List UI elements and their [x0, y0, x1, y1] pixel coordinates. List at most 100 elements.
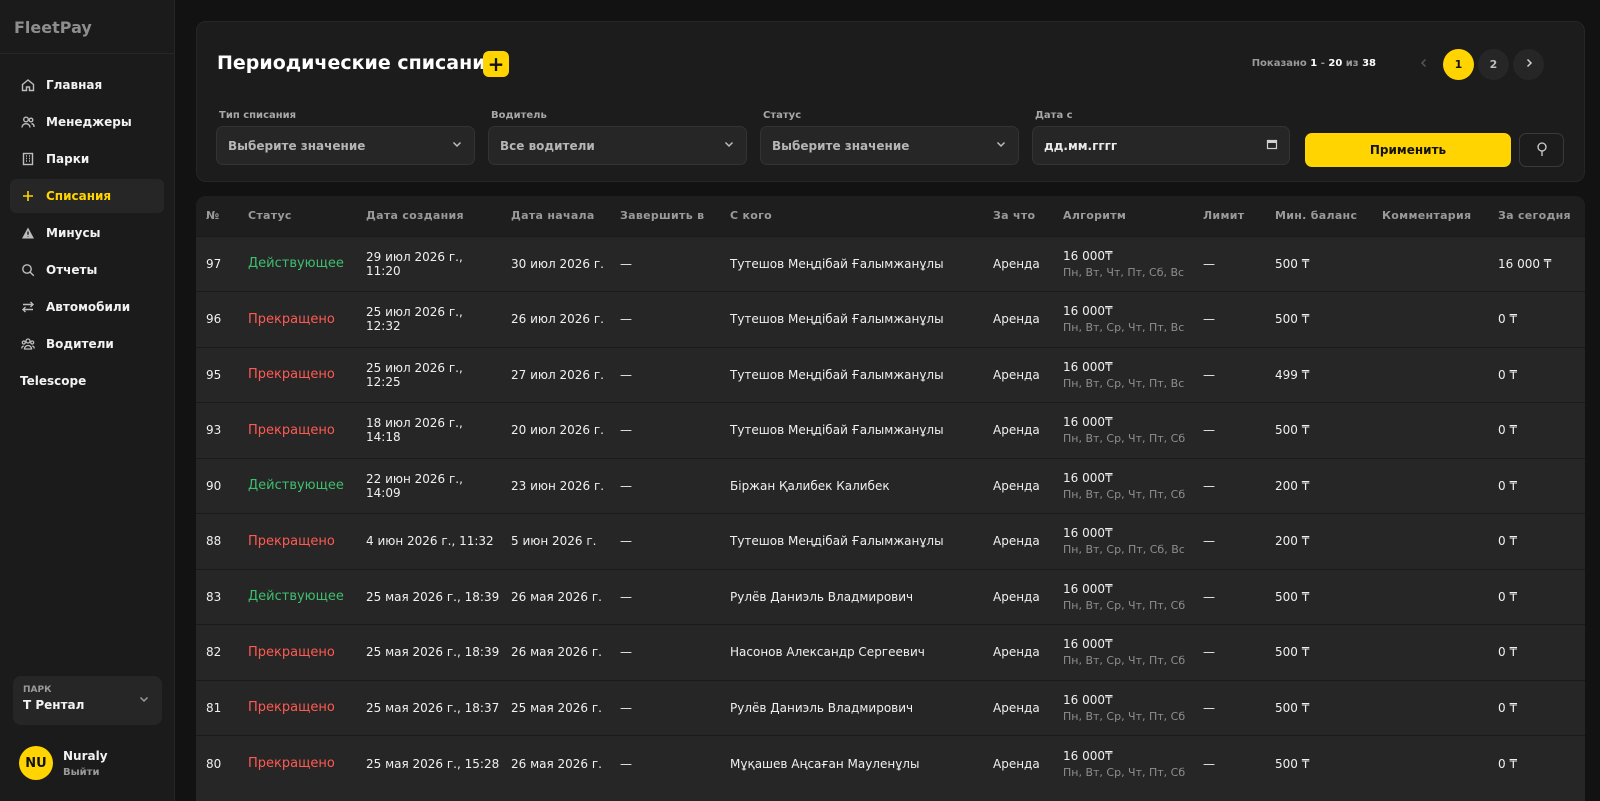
table-row[interactable]: 97 Действующее 29 июл 2026 г., 11:20 30 …	[196, 235, 1585, 292]
sidebar-item-home[interactable]: Главная	[10, 68, 164, 102]
app-logo[interactable]: FleetPay	[0, 0, 174, 54]
park-select[interactable]: ПАРК T Рентал	[13, 676, 162, 725]
algorithm-days: Пн, Вт, Ср, Чт, Пт, Сб	[1063, 654, 1186, 668]
cell-end: —	[610, 679, 720, 736]
col-created[interactable]: Дата создания	[356, 196, 501, 236]
cell-comment	[1372, 568, 1488, 625]
cell-created: 25 мая 2026 г., 18:39	[356, 624, 501, 680]
cell-from: Біржан Қалибек Калибек	[720, 457, 983, 514]
cell-created: 22 июн 2026 г., 14:09	[356, 457, 501, 514]
table-row[interactable]: 83 Действующее 25 мая 2026 г., 18:39 26 …	[196, 568, 1585, 625]
cell-end: —	[610, 568, 720, 625]
user-block: NU Nuraly Выйти	[19, 746, 108, 780]
cell-limit: —	[1193, 402, 1265, 458]
cell-created: 25 мая 2026 г., 18:39	[356, 568, 501, 625]
sidebar-item-minuses[interactable]: Минусы	[10, 216, 164, 250]
chevron-left-icon	[1418, 57, 1430, 72]
cell-start: 25 мая 2026 г.	[501, 679, 610, 736]
driver-select[interactable]: Все водители	[488, 126, 747, 165]
algorithm-amount: 16 000₸	[1063, 526, 1113, 541]
col-limit[interactable]: Лимит	[1193, 196, 1265, 236]
logout-link[interactable]: Выйти	[63, 767, 108, 778]
cell-min-balance: 500 ₸	[1265, 679, 1372, 736]
algorithm-days: Пн, Вт, Ср, Чт, Пт, Вс	[1063, 321, 1185, 335]
sidebar-item-reports[interactable]: Отчеты	[10, 253, 164, 287]
table-row[interactable]: 93 Прекращено 18 июл 2026 г., 14:18 20 и…	[196, 402, 1585, 458]
filter-status: Статус Выберите значение	[760, 110, 1019, 165]
cell-created: 18 июл 2026 г., 14:18	[356, 402, 501, 458]
prev-page-button[interactable]	[1408, 49, 1439, 80]
cell-from: Мұқашев Аңсаған Мауленұлы	[720, 735, 983, 791]
status-badge: Действующее	[238, 568, 356, 625]
next-page-button[interactable]	[1513, 49, 1544, 80]
apply-button[interactable]: Применить	[1305, 133, 1511, 167]
sidebar-item-parks[interactable]: Парки	[10, 142, 164, 176]
shown-prefix: Показано	[1251, 58, 1311, 69]
table-row[interactable]: 80 Прекращено 25 мая 2026 г., 15:28 26 м…	[196, 735, 1585, 791]
sidebar-item-managers[interactable]: Менеджеры	[10, 105, 164, 139]
cell-from: Тутешов Меңдібай Ғалымжанұлы	[720, 513, 983, 569]
col-from[interactable]: С кого	[720, 196, 983, 236]
cell-created: 25 мая 2026 г., 18:37	[356, 679, 501, 736]
shown-of: из	[1342, 58, 1363, 69]
cell-comment	[1372, 624, 1488, 680]
cell-for: Аренда	[983, 235, 1053, 292]
filter-driver: Водитель Все водители	[488, 110, 747, 165]
page-title: Периодические списания	[217, 52, 498, 74]
col-today[interactable]: За сегодня	[1488, 196, 1585, 236]
col-start[interactable]: Дата начала	[501, 196, 610, 236]
col-status[interactable]: Статус	[238, 196, 356, 236]
chevron-down-icon	[995, 138, 1007, 153]
swap-icon	[20, 299, 36, 315]
cell-algorithm: 16 000₸ Пн, Вт, Чт, Пт, Сб, Вс	[1053, 235, 1193, 292]
page-button-1[interactable]: 1	[1443, 49, 1474, 80]
table-row[interactable]: 95 Прекращено 25 июл 2026 г., 12:25 27 и…	[196, 346, 1585, 403]
sidebar-item-cars[interactable]: Автомобили	[10, 290, 164, 324]
sidebar-item-label: Менеджеры	[46, 115, 132, 129]
col-min-balance[interactable]: Мин. баланс	[1265, 196, 1372, 236]
col-for[interactable]: За что	[983, 196, 1053, 236]
cell-comment	[1372, 679, 1488, 736]
col-number[interactable]: №	[196, 196, 238, 236]
col-algorithm[interactable]: Алгоритм	[1053, 196, 1193, 236]
calendar-icon[interactable]	[1266, 138, 1278, 153]
page-button-2[interactable]: 2	[1478, 49, 1509, 80]
status-select[interactable]: Выберите значение	[760, 126, 1019, 165]
cell-number: 97	[196, 235, 238, 292]
table-row[interactable]: 82 Прекращено 25 мая 2026 г., 18:39 26 м…	[196, 624, 1585, 680]
sidebar-item-label: Автомобили	[46, 300, 131, 314]
col-end[interactable]: Завершить в	[610, 196, 720, 236]
location-pin-button[interactable]	[1519, 133, 1564, 167]
status-badge: Прекращено	[238, 513, 356, 569]
date-from-input[interactable]: дд.мм.гггг	[1032, 126, 1290, 165]
sidebar-item-drivers[interactable]: Водители	[10, 327, 164, 361]
algorithm-amount: 16 000₸	[1063, 470, 1113, 485]
park-caption: ПАРК	[23, 685, 52, 695]
table-row[interactable]: 81 Прекращено 25 мая 2026 г., 18:37 25 м…	[196, 679, 1585, 736]
cell-number: 88	[196, 513, 238, 569]
algorithm-amount: 16 000₸	[1063, 692, 1113, 707]
cell-min-balance: 500 ₸	[1265, 624, 1372, 680]
cell-limit: —	[1193, 624, 1265, 680]
table-row[interactable]: 96 Прекращено 25 июл 2026 г., 12:32 26 и…	[196, 291, 1585, 347]
col-comment[interactable]: Комментария	[1372, 196, 1488, 236]
cell-end: —	[610, 346, 720, 403]
avatar[interactable]: NU	[19, 746, 53, 780]
cell-created: 25 мая 2026 г., 15:28	[356, 735, 501, 791]
cell-comment	[1372, 346, 1488, 403]
add-charge-button[interactable]: +	[483, 51, 509, 77]
cell-algorithm: 16 000₸ Пн, Вт, Ср, Чт, Пт, Вс	[1053, 346, 1193, 403]
sidebar-item-telescope[interactable]: Telescope	[10, 364, 164, 398]
cell-created: 25 июл 2026 г., 12:25	[356, 346, 501, 403]
charge-type-select[interactable]: Выберите значение	[216, 126, 475, 165]
filter-date-from: Дата с дд.мм.гггг	[1032, 110, 1290, 165]
drivers-icon	[20, 336, 36, 352]
park-value: T Рентал	[23, 698, 85, 712]
status-badge: Прекращено	[238, 291, 356, 347]
cell-for: Аренда	[983, 624, 1053, 680]
algorithm-days: Пн, Вт, Ср, Чт, Пт, Вс	[1063, 376, 1185, 390]
shown-to: 20	[1328, 58, 1343, 69]
table-row[interactable]: 88 Прекращено 4 июн 2026 г., 11:32 5 июн…	[196, 513, 1585, 569]
sidebar-item-charges[interactable]: Списания	[10, 179, 164, 213]
table-row[interactable]: 90 Действующее 22 июн 2026 г., 14:09 23 …	[196, 457, 1585, 514]
